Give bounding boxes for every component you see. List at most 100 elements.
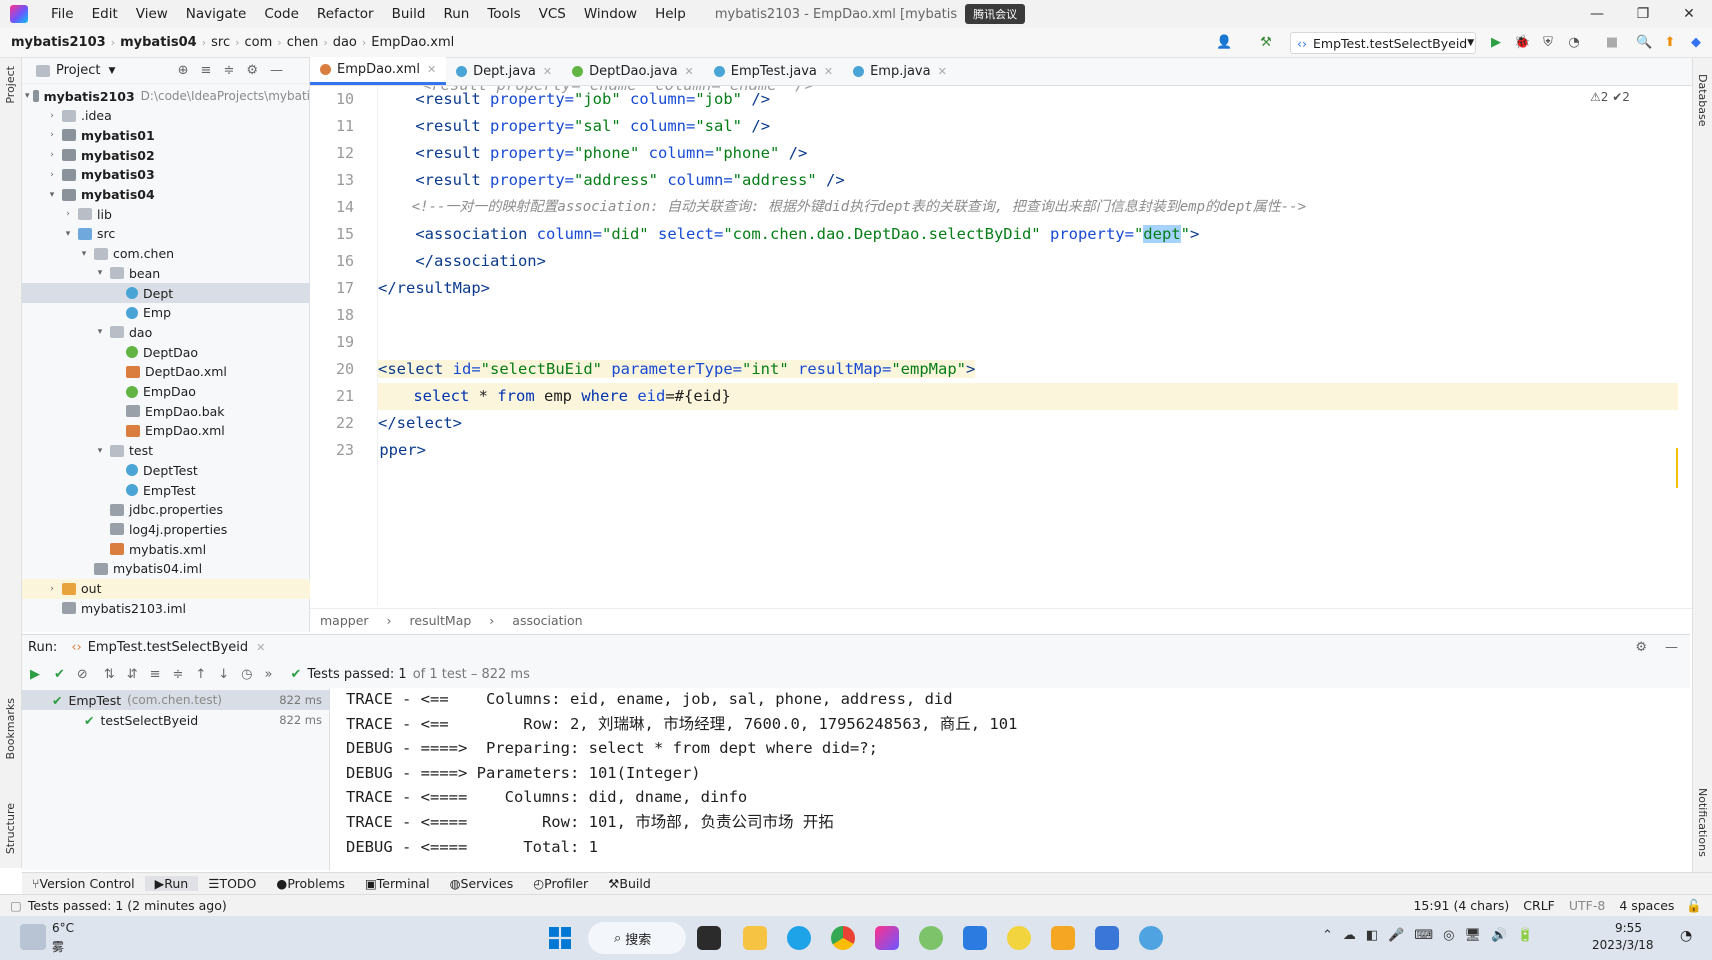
menu-build[interactable]: Build [383, 6, 435, 22]
profile-icon[interactable]: ◔ [1566, 35, 1582, 51]
lock-icon[interactable]: 🔓 [1686, 898, 1702, 914]
stop-icon[interactable]: ■ [1604, 35, 1620, 51]
chrome-icon[interactable] [831, 926, 855, 950]
close-icon[interactable]: ✕ [427, 63, 436, 76]
notifications-tool-tab[interactable]: Notifications [1696, 788, 1709, 857]
tool-tab-build[interactable]: ⚒ Build [598, 876, 661, 891]
editor-breadcrumb-item[interactable]: mapper [320, 613, 369, 628]
edge-icon[interactable] [787, 926, 811, 950]
tree-item[interactable]: DeptDao.xml [22, 362, 310, 382]
indent-setting[interactable]: 4 spaces [1619, 898, 1674, 913]
tree-item[interactable]: mybatis2103.iml [22, 598, 310, 618]
editor-tab[interactable]: Emp.java ✕ [843, 57, 957, 85]
file-explorer-icon[interactable] [743, 926, 767, 950]
close-icon[interactable]: ✕ [256, 641, 265, 654]
sort-icons[interactable]: ⇅⇵≡≑↑↓◷» [104, 667, 285, 682]
tree-item[interactable]: › mybatis02 [22, 145, 310, 165]
bookmarks-tool-tab[interactable]: Bookmarks [4, 698, 17, 759]
jetbrains-ai-icon[interactable]: ◆ [1688, 35, 1704, 51]
menu-tools[interactable]: Tools [478, 6, 529, 22]
expand-arrow-icon[interactable]: ▾ [78, 249, 90, 259]
clock-time[interactable]: 9:55 [1615, 921, 1642, 935]
app-icon-6[interactable] [919, 926, 943, 950]
tree-item[interactable]: ▾ mybatis04 [22, 185, 310, 205]
tree-item[interactable]: EmpTest [22, 480, 310, 500]
tree-item[interactable]: › .idea [22, 106, 310, 126]
tree-item[interactable]: mybatis04.iml [22, 559, 310, 579]
tree-item[interactable]: ▾ com.chen [22, 244, 310, 264]
close-icon[interactable]: ✕ [543, 65, 552, 78]
project-toolbar-icons[interactable]: ⊕≡≑⚙— [178, 63, 295, 78]
test-result-item[interactable]: ✔ EmpTest (com.chen.test) 822 ms [22, 690, 330, 710]
tree-item[interactable]: Emp [22, 303, 310, 323]
breadcrumb-item[interactable]: com [240, 35, 278, 50]
close-icon[interactable]: ✕ [824, 65, 833, 78]
tree-item[interactable]: jdbc.properties [22, 500, 310, 520]
editor-tab[interactable]: DeptDao.java ✕ [562, 57, 704, 85]
menu-window[interactable]: Window [575, 6, 646, 22]
breadcrumb-item[interactable]: mybatis2103 [6, 35, 111, 50]
weather-icon[interactable] [20, 924, 46, 950]
tree-item[interactable]: ▾ bean [22, 263, 310, 283]
editor-tab[interactable]: EmpTest.java ✕ [704, 57, 843, 85]
chevron-down-icon[interactable]: ▼ [108, 66, 115, 76]
close-icon[interactable]: ✕ [938, 65, 947, 78]
minimize-button[interactable]: — [1574, 6, 1620, 22]
tree-item[interactable]: EmpDao [22, 382, 310, 402]
clock-date[interactable]: 2023/3/18 [1592, 938, 1654, 952]
run-config-tab[interactable]: EmpTest.testSelectByeid [88, 640, 248, 655]
task-view-icon[interactable] [697, 926, 721, 950]
app-icon-9[interactable] [1051, 926, 1075, 950]
tray-icons[interactable]: ⌃☁◧🎤⌨◎🖥🔊🔋 [1322, 928, 1543, 943]
app-icon-8[interactable] [1007, 926, 1031, 950]
code-editor[interactable]: <result property="ename" column="ename" … [378, 86, 1678, 606]
breadcrumb-item[interactable]: src [206, 35, 235, 50]
status-toggle-icon[interactable]: ▢ [10, 898, 22, 913]
menu-view[interactable]: View [127, 6, 177, 22]
menu-refactor[interactable]: Refactor [308, 6, 383, 22]
menu-help[interactable]: Help [646, 6, 695, 22]
close-icon[interactable]: ✕ [685, 65, 694, 78]
tree-item[interactable]: ▾ mybatis2103 D:\code\IdeaProjects\mybati [22, 86, 310, 106]
show-ignored-icon[interactable]: ⊘ [77, 667, 88, 682]
tool-tab-problems[interactable]: ● Problems [266, 876, 355, 891]
menu-file[interactable]: File [42, 6, 83, 22]
expand-arrow-icon[interactable]: ▾ [94, 327, 106, 337]
console-output[interactable]: TRACE - <== Columns: eid, ename, job, sa… [330, 688, 1660, 870]
tree-item[interactable]: mybatis.xml [22, 539, 310, 559]
notification-center-icon[interactable]: ◔ [1680, 928, 1692, 944]
tool-tab-run[interactable]: ▶ Run [144, 876, 199, 891]
tree-item[interactable]: › mybatis01 [22, 125, 310, 145]
breadcrumb-item[interactable]: mybatis04 [115, 35, 202, 50]
tool-tab-todo[interactable]: ☰ TODO [198, 876, 266, 891]
tree-item[interactable]: EmpDao.bak [22, 401, 310, 421]
menu-code[interactable]: Code [255, 6, 308, 22]
inspections-widget[interactable]: ⚠2 ✔2 [1590, 90, 1630, 104]
project-title[interactable]: Project [56, 63, 100, 78]
run-icon[interactable]: ▶ [1488, 35, 1504, 51]
structure-tool-tab[interactable]: Structure [4, 803, 17, 854]
close-button[interactable]: ✕ [1666, 6, 1712, 22]
breadcrumb-item[interactable]: chen [282, 35, 324, 50]
tree-item[interactable]: ▾ test [22, 441, 310, 461]
menu-run[interactable]: Run [434, 6, 478, 22]
expand-arrow-icon[interactable]: ▾ [46, 190, 58, 200]
tree-item[interactable]: DeptDao [22, 342, 310, 362]
build-hammer-icon[interactable]: ⚒ [1258, 35, 1274, 51]
tree-item[interactable]: ▾ dao [22, 322, 310, 342]
expand-arrow-icon[interactable]: › [62, 209, 74, 219]
expand-arrow-icon[interactable]: › [46, 111, 58, 121]
run-configuration-select[interactable]: ‹› EmpTest.testSelectByeid ▼ [1290, 32, 1476, 54]
tool-tab-services[interactable]: ◍ Services [440, 876, 524, 891]
editor-breadcrumb-item[interactable]: resultMap [410, 613, 472, 628]
menu-vcs[interactable]: VCS [530, 6, 575, 22]
coverage-icon[interactable]: ⛨ [1540, 35, 1556, 51]
expand-arrow-icon[interactable]: › [46, 584, 58, 594]
start-icon[interactable] [549, 927, 571, 949]
tree-item[interactable]: EmpDao.xml [22, 421, 310, 441]
tree-item[interactable]: DeptTest [22, 460, 310, 480]
expand-arrow-icon[interactable]: ▾ [62, 229, 74, 239]
hide-panel-icon[interactable]: — [1665, 640, 1678, 655]
tool-tab-terminal[interactable]: ▣ Terminal [355, 876, 440, 891]
restore-button[interactable]: ❐ [1620, 6, 1666, 22]
